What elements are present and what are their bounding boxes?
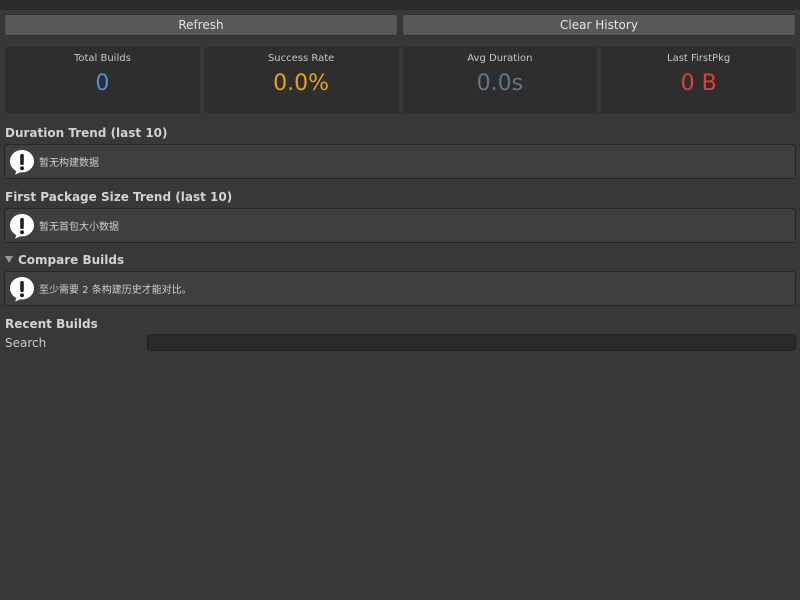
recent-builds-title: Recent Builds bbox=[5, 317, 98, 331]
triangle-down-icon[interactable] bbox=[5, 256, 13, 263]
duration-trend-title: Duration Trend (last 10) bbox=[5, 126, 168, 140]
stat-card-avg-duration: Avg Duration 0.0s bbox=[402, 47, 598, 113]
package-size-trend-helpbox: 暂无首包大小数据 bbox=[4, 208, 796, 243]
stat-value: 0.0% bbox=[273, 71, 330, 96]
stats-row: Total Builds 0 Success Rate 0.0% Avg Dur… bbox=[5, 47, 796, 113]
stat-card-success-rate: Success Rate 0.0% bbox=[203, 47, 399, 113]
compare-builds-helpbox: 至少需要 2 条构建历史才能对比。 bbox=[4, 271, 796, 306]
help-message: 暂无首包大小数据 bbox=[39, 222, 119, 233]
stat-label: Avg Duration bbox=[467, 53, 533, 64]
toolbar: Refresh Clear History bbox=[4, 14, 796, 36]
stat-label: Success Rate bbox=[267, 53, 335, 64]
stat-value: 0 B bbox=[680, 71, 717, 96]
search-input[interactable] bbox=[147, 334, 796, 351]
help-message: 至少需要 2 条构建历史才能对比。 bbox=[39, 285, 192, 296]
stat-label: Last FirstPkg bbox=[667, 53, 731, 64]
help-message: 暂无构建数据 bbox=[39, 158, 99, 169]
stat-value: 0.0s bbox=[476, 71, 524, 96]
search-label: Search bbox=[5, 336, 47, 350]
compare-builds-foldout[interactable]: Compare Builds bbox=[5, 253, 124, 267]
stat-card-last-firstpkg: Last FirstPkg 0 B bbox=[601, 47, 796, 113]
stat-label: Total Builds bbox=[73, 53, 131, 64]
window-tab-strip bbox=[0, 0, 800, 10]
warning-speech-bubble-icon bbox=[10, 276, 34, 301]
clear-history-button[interactable]: Clear History bbox=[402, 14, 796, 36]
duration-trend-helpbox: 暂无构建数据 bbox=[4, 144, 796, 179]
package-size-trend-title: First Package Size Trend (last 10) bbox=[5, 190, 233, 204]
stat-card-total-builds: Total Builds 0 bbox=[5, 47, 200, 113]
build-history-window: Refresh Clear History Total Builds 0 Suc… bbox=[0, 0, 800, 600]
refresh-button[interactable]: Refresh bbox=[4, 14, 398, 36]
stat-value: 0 bbox=[95, 71, 110, 96]
compare-builds-title: Compare Builds bbox=[18, 253, 125, 267]
warning-speech-bubble-icon bbox=[10, 149, 34, 174]
warning-speech-bubble-icon bbox=[10, 213, 34, 238]
